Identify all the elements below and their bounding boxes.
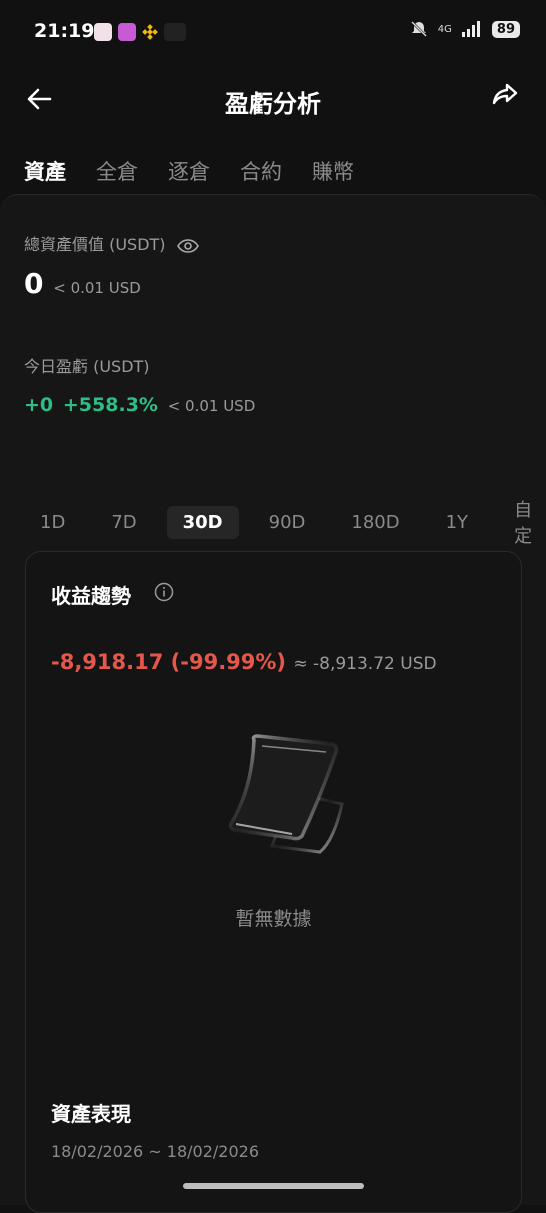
share-icon[interactable]: [488, 78, 522, 112]
today-pnl-label: 今日盈虧 (USDT): [24, 357, 150, 376]
empty-state-icon: [228, 734, 344, 854]
trend-pnl-value: -8,918.17: [51, 650, 164, 674]
today-pnl-value: +0: [24, 394, 54, 416]
period-30d[interactable]: 30D: [166, 505, 239, 539]
total-assets-usd: < 0.01 USD: [53, 279, 141, 297]
period-90d[interactable]: 90D: [253, 506, 322, 539]
performance-date-range: 18/02/2026 ~ 18/02/2026: [51, 1142, 260, 1161]
tab-contract[interactable]: 合約: [240, 156, 282, 186]
app-header: 盈虧分析: [0, 70, 546, 130]
bybit-app-icon: [164, 23, 186, 41]
total-assets-label: 總資產價值 (USDT): [24, 235, 166, 254]
mute-icon: [410, 21, 427, 37]
period-selector: 1D 7D 30D 90D 180D 1Y 自定: [24, 490, 546, 554]
page-title: 盈虧分析: [225, 90, 321, 118]
period-custom[interactable]: 自定: [498, 490, 546, 554]
battery-level: 89: [491, 20, 520, 38]
empty-state-text: 暫無數據: [235, 908, 312, 930]
today-pnl-usd: < 0.01 USD: [167, 397, 256, 415]
today-pnl-percent: +558.3%: [62, 394, 158, 416]
info-icon[interactable]: [154, 582, 174, 602]
performance-title: 資產表現: [51, 1102, 131, 1126]
status-time: 21:19: [34, 20, 95, 42]
total-assets-label-row: 總資產價值 (USDT): [24, 231, 199, 255]
tab-earn[interactable]: 賺幣: [312, 156, 354, 186]
today-pnl-row: +0 +558.3% < 0.01 USD: [24, 385, 255, 418]
trend-pnl-row: -8,918.17 (-99.99%) ≈ -8,913.72 USD: [51, 650, 437, 674]
period-1d[interactable]: 1D: [24, 506, 81, 539]
status-bar: 21:19 4G 89: [0, 0, 546, 64]
trend-pnl-usd: ≈ -8,913.72 USD: [293, 654, 437, 674]
tab-isolated[interactable]: 逐倉: [168, 156, 210, 186]
eye-icon[interactable]: [176, 238, 199, 253]
camera-app-icon: [118, 23, 136, 41]
period-1y[interactable]: 1Y: [430, 506, 484, 539]
network-label: 4G: [437, 23, 452, 35]
signal-icon: [461, 21, 480, 37]
avatar-app-icon: [94, 23, 112, 41]
pnl-trend-card: 收益趨勢 -8,918.17 (-99.99%) ≈ -8,913.72 USD…: [25, 551, 522, 1213]
trend-title: 收益趨勢: [51, 584, 131, 608]
tab-assets[interactable]: 資產: [24, 156, 66, 198]
period-180d[interactable]: 180D: [335, 506, 415, 539]
trend-pnl-percent: (-99.99%): [170, 650, 287, 674]
home-indicator[interactable]: [183, 1183, 364, 1189]
period-7d[interactable]: 7D: [95, 506, 152, 539]
binance-app-icon: [142, 24, 158, 40]
tab-cross[interactable]: 全倉: [96, 156, 138, 186]
asset-tabs: 資產 全倉 逐倉 合約 賺幣: [24, 156, 384, 198]
total-assets-value: 0: [24, 267, 44, 300]
total-assets-row: 0 < 0.01 USD: [24, 267, 141, 300]
